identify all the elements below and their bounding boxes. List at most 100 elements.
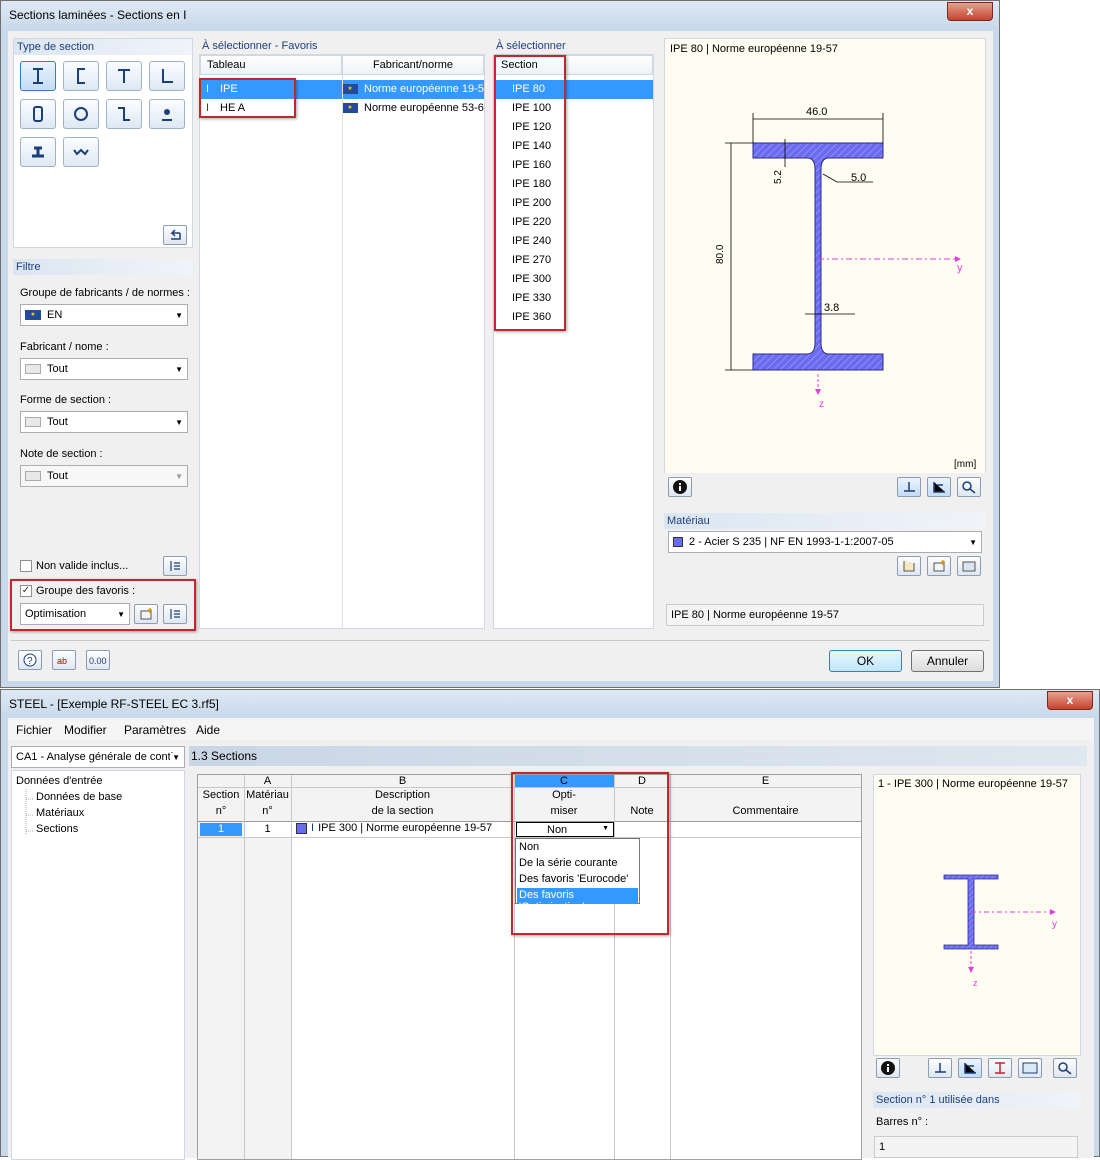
reverse-button[interactable] bbox=[163, 225, 187, 245]
z-section-button[interactable] bbox=[106, 99, 142, 129]
circle-icon bbox=[74, 107, 88, 121]
type-section-header: Type de section bbox=[14, 39, 192, 55]
axis-y-label: y bbox=[957, 262, 963, 274]
dim-height: 80.0 bbox=[715, 244, 726, 264]
menu-aide[interactable]: Aide bbox=[196, 723, 220, 737]
rect-hollow-button[interactable] bbox=[20, 99, 56, 129]
help-button[interactable]: ? bbox=[18, 650, 42, 670]
menu-modifier[interactable]: Modifier bbox=[64, 723, 107, 737]
menu-parametres[interactable]: Paramètres bbox=[124, 723, 186, 737]
help-icon: ? bbox=[23, 653, 37, 667]
close-button[interactable]: x bbox=[947, 2, 993, 21]
axes-icon bbox=[935, 1063, 946, 1073]
fabricant-swatch bbox=[25, 364, 41, 375]
chevron-down-icon: ▼ bbox=[170, 753, 180, 762]
t-section-button[interactable] bbox=[106, 61, 142, 91]
steel-client: Fichier Modifier Paramètres Aide CA1 - A… bbox=[8, 718, 1094, 1160]
channel-section-button[interactable] bbox=[63, 61, 99, 91]
h-materiau-1: Matériau bbox=[246, 789, 289, 801]
barres-field: 1 bbox=[874, 1136, 1078, 1158]
tree-item-materiaux[interactable]: Matériaux bbox=[36, 807, 84, 819]
axes-icon bbox=[904, 482, 915, 492]
info-icon bbox=[673, 480, 687, 494]
non-valide-checkbox[interactable]: Non valide inclus... bbox=[20, 560, 129, 573]
info-button[interactable] bbox=[668, 477, 692, 497]
panel-titlebar bbox=[189, 746, 1087, 766]
cancel-button[interactable]: Annuler bbox=[911, 650, 984, 672]
units-button[interactable]: 0.00 bbox=[86, 650, 110, 670]
circular-hollow-button[interactable] bbox=[63, 99, 99, 129]
favoris-list: Tableau Fabricant/norme Ι IPE ★ Norme europ… bbox=[199, 54, 485, 629]
dim-radius: 5.0 bbox=[851, 172, 866, 184]
new-folder-icon bbox=[933, 560, 945, 572]
select-panel-header: À sélectionner bbox=[496, 40, 566, 52]
dim-width: 46.0 bbox=[806, 106, 827, 118]
dimensions-icon bbox=[933, 482, 945, 493]
eu-flag-icon: ★ bbox=[25, 310, 41, 321]
group-combo[interactable]: ★ EN ▼ bbox=[20, 304, 188, 326]
steel-values-button[interactable] bbox=[1018, 1058, 1042, 1078]
fabricant-combo[interactable]: Tout ▼ bbox=[20, 358, 188, 380]
svg-text:0.00: 0.00 bbox=[89, 656, 107, 666]
steel-axes-button[interactable] bbox=[928, 1058, 952, 1078]
non-valide-edit-button[interactable] bbox=[163, 556, 187, 576]
note-swatch bbox=[25, 471, 41, 482]
tree-item-sections[interactable]: Sections bbox=[36, 823, 78, 835]
fabricant-label: Fabricant / nome : bbox=[20, 341, 109, 353]
group-label: Groupe de fabricants / de normes : bbox=[20, 287, 190, 299]
forme-combo[interactable]: Tout ▼ bbox=[20, 411, 188, 433]
axis-z-label: z bbox=[973, 978, 978, 988]
tree-item-donnees-base[interactable]: Données de base bbox=[36, 791, 122, 803]
steel-close-button[interactable]: x bbox=[1047, 691, 1093, 710]
view-axes-button[interactable] bbox=[897, 477, 921, 497]
steel-info-button[interactable] bbox=[876, 1058, 900, 1078]
svg-text:ab: ab bbox=[57, 656, 67, 666]
materiau-edit-button[interactable] bbox=[957, 556, 981, 576]
undo-icon bbox=[170, 229, 181, 240]
steel-reset-button[interactable] bbox=[1053, 1058, 1077, 1078]
steel-window: STEEL - [Exemple RF-STEEL EC 3.rf5] x Fi… bbox=[0, 689, 1100, 1160]
h-description-1: Description bbox=[374, 789, 431, 801]
view-dims-button[interactable] bbox=[927, 477, 951, 497]
angle-section-button[interactable] bbox=[149, 61, 185, 91]
note-combo[interactable]: Tout ▼ bbox=[20, 465, 188, 487]
materiau-combo[interactable]: 2 - Acier S 235 | NF EN 1993-1-1:2007-05… bbox=[668, 531, 982, 553]
col-fabricant[interactable]: Fabricant/norme bbox=[342, 55, 484, 75]
reset-view-button[interactable] bbox=[957, 477, 981, 497]
materiau-library-button[interactable] bbox=[897, 556, 921, 576]
non-valide-check[interactable] bbox=[20, 560, 32, 573]
axis-z-label: z bbox=[819, 399, 824, 410]
favoris-rows-highlight bbox=[199, 78, 296, 118]
barres-label: Barres n° : bbox=[876, 1116, 929, 1128]
menu-fichier[interactable]: Fichier bbox=[16, 723, 52, 737]
steel-section-dims-button[interactable] bbox=[988, 1058, 1012, 1078]
col-letter-b[interactable]: B bbox=[291, 775, 514, 787]
col-tableau[interactable]: Tableau bbox=[200, 55, 342, 75]
sheet-pile-button[interactable] bbox=[63, 137, 99, 167]
result-field: IPE 80 | Norme européenne 19-57 bbox=[666, 604, 984, 626]
preview-panel: IPE 80 | Norme européenne 19-57 46.0 80.… bbox=[664, 38, 986, 475]
round-bar-button[interactable] bbox=[149, 99, 185, 129]
optimiser-highlight bbox=[511, 772, 669, 935]
col-letter-a[interactable]: A bbox=[244, 775, 291, 787]
row-section-no[interactable]: 1 bbox=[200, 823, 242, 836]
sheet-pile-icon bbox=[73, 148, 89, 156]
col-letter-e[interactable]: E bbox=[670, 775, 861, 787]
materiau-new-button[interactable] bbox=[927, 556, 951, 576]
angle-section-icon bbox=[162, 69, 173, 83]
ok-button[interactable]: OK bbox=[829, 650, 902, 672]
text-button[interactable]: ab bbox=[52, 650, 76, 670]
row-materiau-no[interactable]: 1 bbox=[244, 823, 291, 835]
i-section-button[interactable] bbox=[20, 61, 56, 91]
row-description-cell[interactable]: Ι IPE 300 | Norme européenne 19-57 bbox=[296, 822, 492, 834]
rect-hollow-icon bbox=[33, 106, 43, 122]
rail-icon bbox=[32, 146, 44, 158]
rail-section-button[interactable] bbox=[20, 137, 56, 167]
materiau-value: 2 - Acier S 235 | NF EN 1993-1-1:2007-05 bbox=[689, 536, 894, 548]
case-combo[interactable]: CA1 - Analyse générale de conti ▼ bbox=[11, 746, 185, 768]
h-section-1: Section bbox=[202, 789, 240, 801]
non-valide-label: Non valide inclus... bbox=[36, 560, 129, 572]
steel-dims-button[interactable] bbox=[958, 1058, 982, 1078]
materiau-swatch bbox=[673, 537, 683, 548]
info-icon bbox=[881, 1061, 895, 1075]
